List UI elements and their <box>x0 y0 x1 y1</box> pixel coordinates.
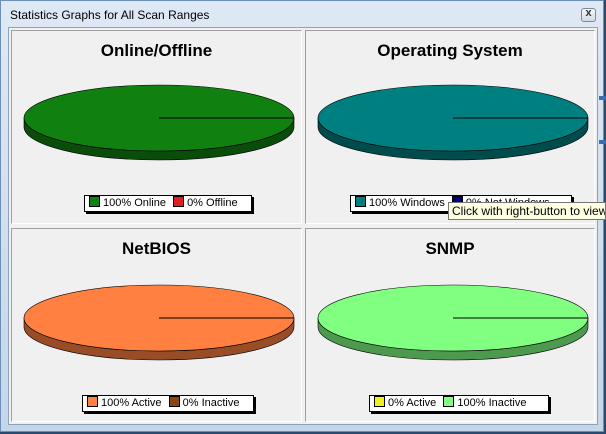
legend-swatch-windows <box>355 196 366 207</box>
legend-label: 0% Offline <box>187 197 238 209</box>
legend-label: 100% Windows <box>369 197 445 209</box>
legend-swatch-online <box>89 196 100 207</box>
legend-item-active: 0% Active <box>374 396 436 411</box>
chart-title: Operating System <box>377 41 523 60</box>
chart-panel-snmp[interactable]: SNMP 0% Active 100% Inactive <box>305 228 595 422</box>
charts-area: Online/Offline 100% Online 0% Offline Op… <box>8 27 598 425</box>
legend-swatch-offline <box>173 196 185 207</box>
pie-chart-netbios[interactable] <box>23 284 295 362</box>
legend-label: 0% Active <box>388 397 437 409</box>
chart-title: NetBIOS <box>122 239 191 258</box>
chart-panel-netbios[interactable]: NetBIOS 100% Active 0% Inactive <box>11 228 302 422</box>
pie-chart-operating-system[interactable] <box>317 84 589 162</box>
title-bar[interactable]: Statistics Graphs for All Scan Ranges x <box>1 1 603 29</box>
pie-chart-snmp[interactable] <box>317 284 589 362</box>
legend-item-inactive: 0% Inactive <box>168 396 240 411</box>
chart-panel-operating-system[interactable]: Operating System 100% Windows 0% Not Win… <box>305 30 595 224</box>
legend-item-inactive: 100% Inactive <box>443 396 526 411</box>
tooltip: Click with right-button to view <box>448 202 606 220</box>
legend-label: 0% Inactive <box>182 397 240 409</box>
background-window-edge <box>599 140 606 144</box>
chart-title: Online/Offline <box>100 41 213 60</box>
close-button[interactable]: x <box>581 7 596 22</box>
legend-swatch-active <box>87 396 98 407</box>
legend-swatch-active <box>374 396 385 407</box>
legend-item-online: 100% Online <box>89 196 166 211</box>
legend-swatch-inactive <box>168 396 180 407</box>
background-window-edge <box>599 96 606 100</box>
close-icon: x <box>585 7 592 19</box>
legend-item-active: 100% Active <box>87 396 162 411</box>
legend: 100% Online 0% Offline <box>84 195 252 212</box>
legend-label: 100% Active <box>101 397 162 409</box>
chart-panel-online-offline[interactable]: Online/Offline 100% Online 0% Offline <box>11 30 302 224</box>
chart-title: SNMP <box>425 239 475 258</box>
legend-item-windows: 100% Windows <box>355 196 445 211</box>
legend: 0% Active 100% Inactive <box>369 395 549 412</box>
legend-label: 100% Inactive <box>457 397 527 409</box>
legend: 100% Active 0% Inactive <box>82 395 254 412</box>
pie-chart-online-offline[interactable] <box>23 84 295 162</box>
legend-swatch-inactive <box>443 396 455 407</box>
window-title: Statistics Graphs for All Scan Ranges <box>10 8 210 22</box>
legend-item-offline: 0% Offline <box>173 196 238 211</box>
legend-label: 100% Online <box>103 197 166 209</box>
